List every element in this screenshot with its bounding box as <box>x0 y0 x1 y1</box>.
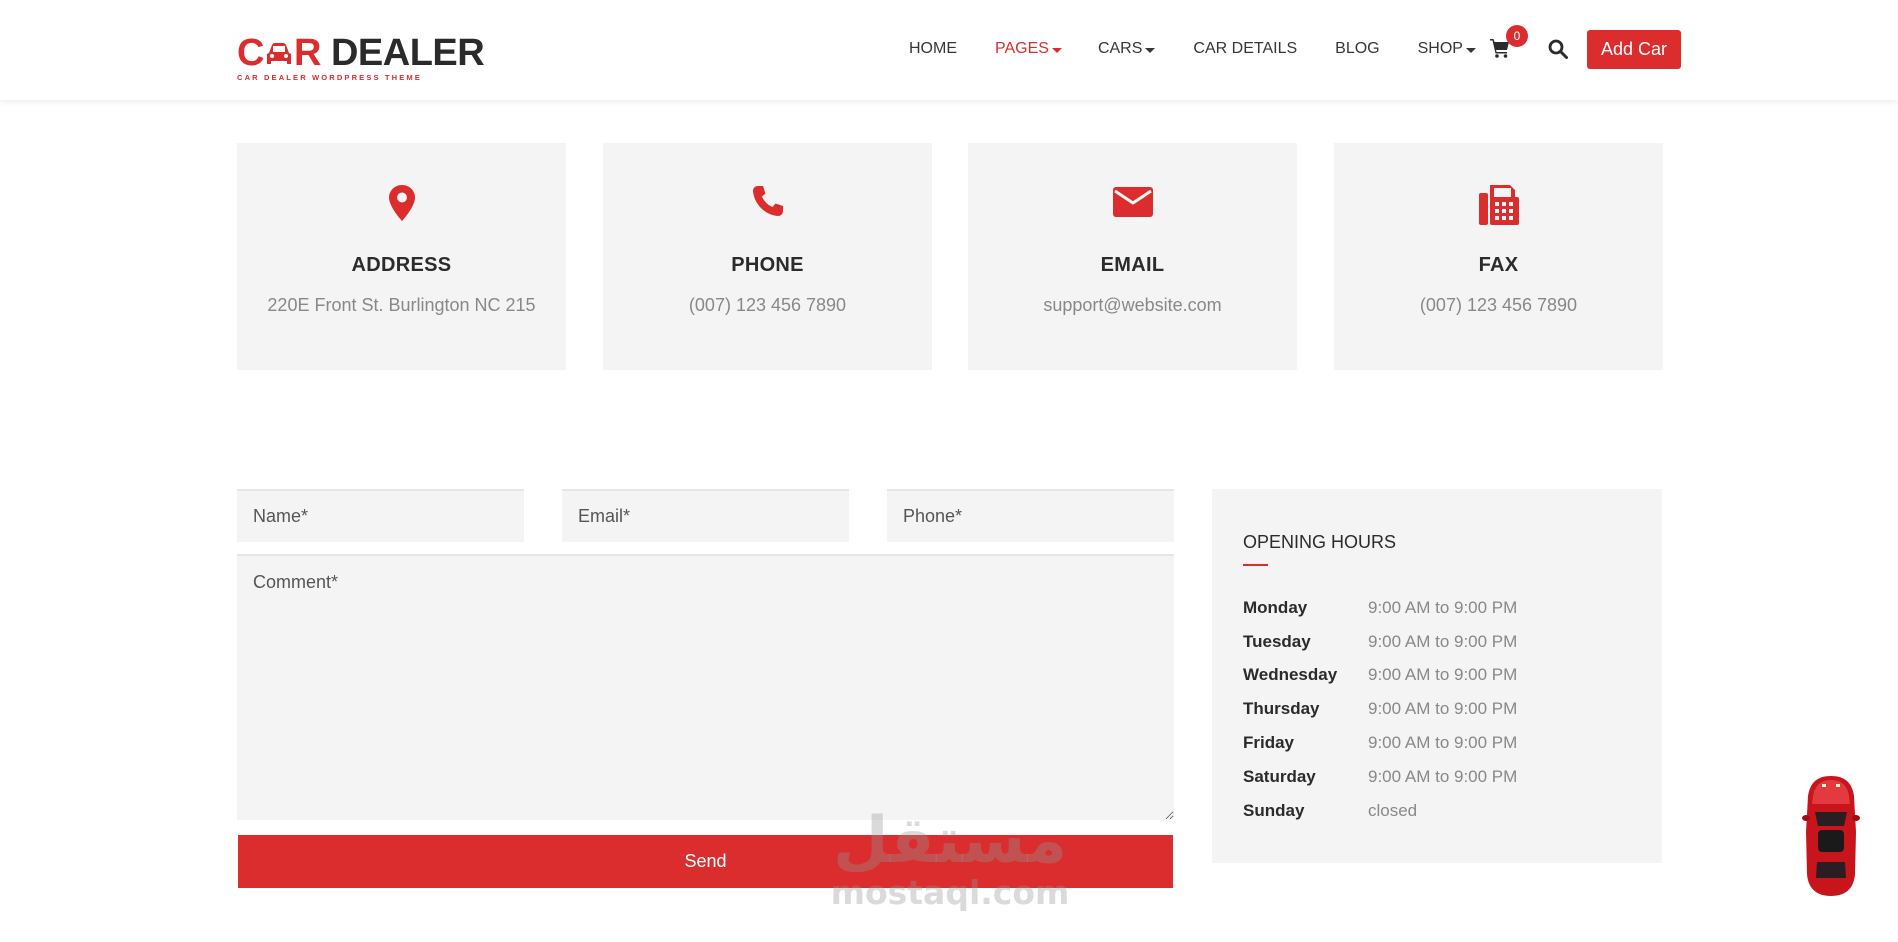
nav-shop-label: SHOP <box>1417 40 1463 57</box>
hours-time: 9:00 AM to 9:00 PM <box>1368 665 1518 685</box>
email-field[interactable] <box>562 489 849 542</box>
phone-icon <box>752 186 783 216</box>
envelope-icon <box>1112 187 1153 217</box>
nav-blog-label: BLOG <box>1335 40 1380 57</box>
chevron-down-icon <box>1145 47 1156 53</box>
hours-day: Friday <box>1243 733 1295 753</box>
name-field[interactable] <box>237 489 524 542</box>
nav-home[interactable]: HOME <box>909 40 957 58</box>
contact-card-title: PHONE <box>731 254 804 276</box>
chevron-down-icon <box>1051 47 1062 53</box>
hours-time: closed <box>1368 800 1418 820</box>
hours-day: Tuesday <box>1243 631 1311 651</box>
search-icon <box>1548 39 1568 59</box>
chevron-down-icon <box>1465 47 1476 53</box>
title-underline <box>1243 564 1268 566</box>
contact-card-fax: FAX (007) 123 456 7890 <box>1334 143 1663 370</box>
contact-card-icon-wrap <box>237 185 566 225</box>
nav-blog[interactable]: BLOG <box>1335 40 1379 58</box>
hours-row: Monday 9:00 AM to 9:00 PM <box>1243 591 1517 625</box>
logo-letter-c: C <box>237 32 264 74</box>
main-nav: HOME PAGES CARS CAR DETAILS BLOG SHOP <box>909 40 1514 58</box>
contact-card-value: (007) 123 456 7890 <box>1419 295 1578 315</box>
nav-car-details-label: CAR DETAILS <box>1193 40 1298 57</box>
opening-hours-panel: OPENING HOURS Monday 9:00 AM to 9:00 PM T… <box>1212 489 1662 863</box>
hours-time: 9:00 AM to 9:00 PM <box>1368 597 1518 617</box>
contact-card-icon-wrap <box>603 185 932 225</box>
nav-pages[interactable]: PAGES <box>995 40 1062 58</box>
logo-wordmark: C R DEALER <box>237 32 485 74</box>
car-top-view-icon <box>1802 776 1860 896</box>
hours-row: Saturday 9:00 AM to 9:00 PM <box>1243 760 1517 794</box>
contact-card-value: 220E Front St. Burlington NC 215 <box>267 295 536 315</box>
contact-card-title: EMAIL <box>1100 254 1165 276</box>
back-to-top-car[interactable] <box>1800 774 1862 898</box>
hours-day: Thursday <box>1243 699 1320 719</box>
site-header: C R DEALER CAR DEALER WORDPRESS THEME HO… <box>0 0 1898 100</box>
hours-row: Tuesday 9:00 AM to 9:00 PM <box>1243 625 1517 659</box>
hours-time: 9:00 AM to 9:00 PM <box>1368 766 1518 786</box>
logo-tagline: CAR DEALER WORDPRESS THEME <box>237 73 422 82</box>
contact-card-icon-wrap <box>1334 185 1663 225</box>
contact-card-value: support@website.com <box>1043 295 1222 315</box>
add-car-button[interactable]: Add Car <box>1587 30 1681 69</box>
hours-row: Thursday 9:00 AM to 9:00 PM <box>1243 692 1517 726</box>
logo-letter-r: R <box>293 32 321 74</box>
hours-time: 9:00 AM to 9:00 PM <box>1368 699 1518 719</box>
hours-row: Sunday closed <box>1243 794 1517 828</box>
hours-row: Wednesday 9:00 AM to 9:00 PM <box>1243 659 1517 693</box>
nav-shop[interactable]: SHOP <box>1418 40 1476 58</box>
contact-card-title: FAX <box>1478 254 1519 276</box>
contact-card-address: ADDRESS 220E Front St. Burlington NC 215 <box>237 143 566 370</box>
opening-hours-list: Monday 9:00 AM to 9:00 PM Tuesday 9:00 AM … <box>1243 591 1517 828</box>
logo-word-dealer: DEALER <box>330 32 485 74</box>
phone-field[interactable] <box>887 489 1174 542</box>
fax-icon <box>1478 185 1519 225</box>
hours-time: 9:00 AM to 9:00 PM <box>1368 733 1518 753</box>
nav-cars[interactable]: CARS <box>1097 40 1156 58</box>
contact-card-value: (007) 123 456 7890 <box>688 295 847 315</box>
nav-pages-label: PAGES <box>995 40 1049 57</box>
hours-day: Saturday <box>1243 766 1316 786</box>
contact-card-title: ADDRESS <box>351 254 452 276</box>
nav-cars-label: CARS <box>1097 40 1143 57</box>
hours-day: Sunday <box>1243 800 1305 820</box>
watermark-latin: mostaql.com <box>830 873 1070 912</box>
opening-hours-title: OPENING HOURS <box>1243 532 1397 552</box>
contact-card-phone: PHONE (007) 123 456 7890 <box>603 143 932 370</box>
nav-home-label: HOME <box>909 40 957 57</box>
hours-day: Monday <box>1243 597 1308 617</box>
cart-count-badge: 0 <box>1506 25 1528 47</box>
hours-day: Wednesday <box>1243 665 1338 685</box>
map-marker-icon <box>388 185 415 221</box>
hours-time: 9:00 AM to 9:00 PM <box>1368 631 1518 651</box>
comment-field[interactable] <box>237 554 1174 820</box>
site-logo[interactable]: C R DEALER CAR DEALER WORDPRESS THEME <box>237 32 485 82</box>
hours-row: Friday 9:00 AM to 9:00 PM <box>1243 726 1517 760</box>
search-button[interactable] <box>1548 39 1568 59</box>
watermark-arabic: مستقل <box>832 804 1068 878</box>
nav-car-details[interactable]: CAR DETAILS <box>1193 40 1297 58</box>
contact-card-email: EMAIL support@website.com <box>968 143 1297 370</box>
watermark: مستقل mostaql.com <box>830 806 1070 910</box>
cart-button[interactable]: 0 <box>1490 25 1528 60</box>
logo-car-icon <box>266 43 291 64</box>
contact-card-icon-wrap <box>968 185 1297 225</box>
